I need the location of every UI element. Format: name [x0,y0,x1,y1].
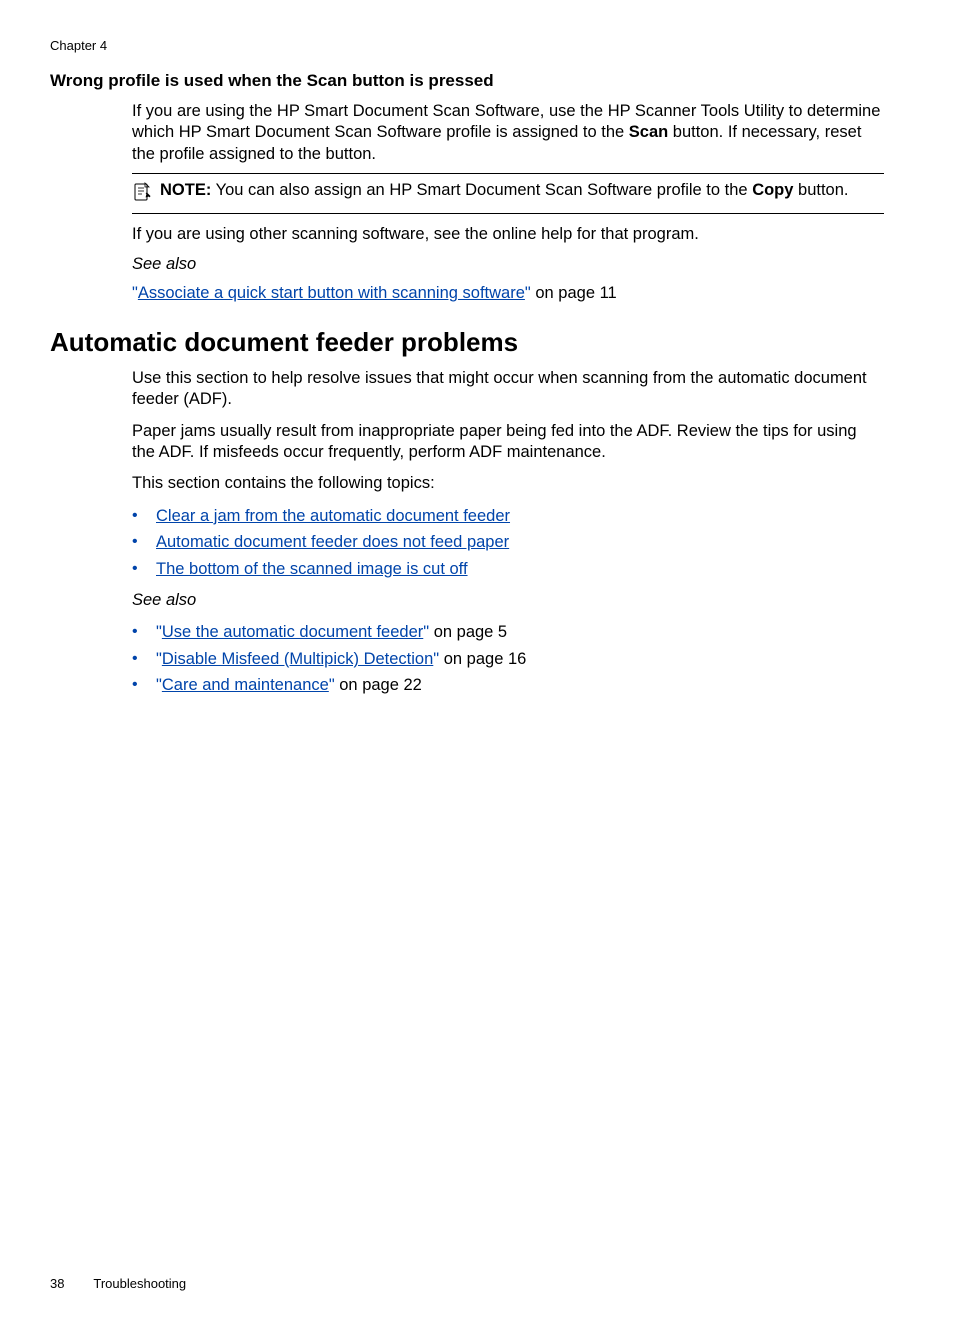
list-item: "Use the automatic document feeder" on p… [132,619,884,645]
list-item: The bottom of the scanned image is cut o… [132,556,884,582]
scan-bold: Scan [629,123,668,141]
link-use-adf[interactable]: Use the automatic document feeder [162,623,423,641]
note-text: NOTE: You can also assign an HP Smart Do… [160,180,848,201]
link-not-feed[interactable]: Automatic document feeder does not feed … [156,533,509,551]
see-also-link-line: "Associate a quick start button with sca… [132,283,884,304]
link-clear-jam[interactable]: Clear a jam from the automatic document … [156,507,510,525]
paragraph-other-software: If you are using other scanning software… [132,224,884,245]
link-suffix: on page 5 [429,623,507,641]
adf-para2: Paper jams usually result from inappropr… [132,421,884,464]
link-care-maintenance[interactable]: Care and maintenance [162,676,329,694]
see-also-label-2: See also [132,590,884,611]
link-suffix-1: on page 11 [531,284,617,302]
list-item: Automatic document feeder does not feed … [132,529,884,555]
adf-para3: This section contains the following topi… [132,473,884,494]
link-disable-misfeed[interactable]: Disable Misfeed (Multipick) Detection [162,650,433,668]
note-icon [132,182,152,207]
note-text-a: You can also assign an HP Smart Document… [211,181,752,199]
note-label: NOTE: [160,181,211,199]
page-number: 38 [50,1276,90,1291]
note-text-b: button. [793,181,848,199]
paragraph-intro: If you are using the HP Smart Document S… [132,101,884,165]
footer-title: Troubleshooting [93,1276,186,1291]
list-item: "Care and maintenance" on page 22 [132,672,884,698]
topics-list: Clear a jam from the automatic document … [132,503,884,582]
adf-para1: Use this section to help resolve issues … [132,368,884,411]
link-bottom-cut[interactable]: The bottom of the scanned image is cut o… [156,560,468,578]
note-box: NOTE: You can also assign an HP Smart Do… [132,173,884,214]
copy-bold: Copy [752,181,793,199]
list-item: "Disable Misfeed (Multipick) Detection" … [132,646,884,672]
link-suffix: on page 22 [335,676,422,694]
footer: 38 Troubleshooting [50,1276,186,1291]
see-also-list: "Use the automatic document feeder" on p… [132,619,884,698]
link-suffix: on page 16 [439,650,526,668]
see-also-label-1: See also [132,254,884,275]
link-associate-button[interactable]: Associate a quick start button with scan… [138,284,525,302]
list-item: Clear a jam from the automatic document … [132,503,884,529]
section-heading-wrong-profile: Wrong profile is used when the Scan butt… [50,71,904,91]
main-heading-adf-problems: Automatic document feeder problems [50,327,904,358]
chapter-label: Chapter 4 [50,38,904,53]
